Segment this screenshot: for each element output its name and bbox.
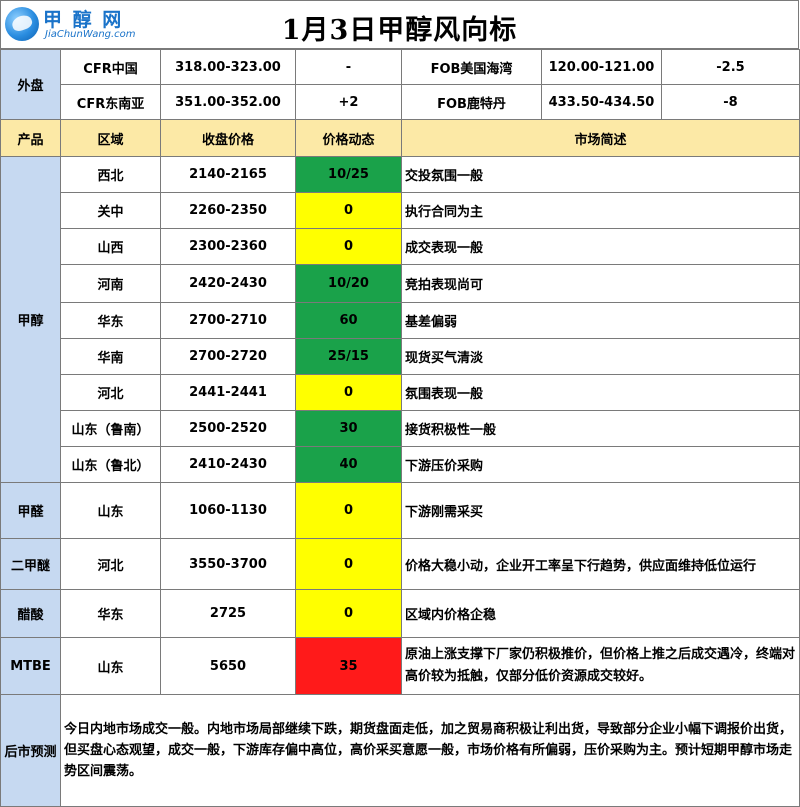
region-cell: 华南 — [60, 338, 161, 375]
price-cell: 2700-2710 — [160, 302, 296, 339]
external-price: 120.00-121.00 — [541, 49, 662, 85]
change-cell: 10/25 — [295, 156, 402, 193]
comment-cell: 接货积极性一般 — [401, 410, 800, 447]
product-row: 山西 2300-2360 0 成交表现一般 — [1, 228, 800, 265]
external-change: -8 — [661, 84, 800, 120]
external-name: FOB美国海湾 — [401, 49, 542, 85]
comment-cell: 成交表现一般 — [401, 228, 800, 265]
col-header-comment: 市场简述 — [401, 119, 800, 157]
comment-cell: 竞拍表现尚可 — [401, 264, 800, 303]
external-price: 433.50-434.50 — [541, 84, 662, 120]
price-cell: 1060-1130 — [160, 482, 296, 539]
product-row: 甲醇 西北 2140-2165 10/25 交投氛围一般 — [0, 156, 800, 483]
comment-cell: 交投氛围一般 — [401, 156, 800, 193]
methanol-report: 甲 醇 网 JiaChunWang.com 1月3日甲醇风向标 外盘 CFR中国… — [0, 0, 800, 807]
change-cell: 0 — [295, 589, 402, 638]
price-cell: 5650 — [160, 637, 296, 695]
comment-cell: 基差偏弱 — [401, 302, 800, 339]
change-cell: 30 — [295, 410, 402, 447]
product-row: 河南 2420-2430 10/20 竞拍表现尚可 — [1, 264, 800, 303]
product-row: 醋酸 华东 2725 0 区域内价格企稳 — [0, 589, 800, 638]
region-cell: 关中 — [60, 192, 161, 229]
external-name: CFR中国 — [60, 49, 161, 85]
price-cell: 2140-2165 — [160, 156, 296, 193]
comment-cell: 氛围表现一般 — [401, 374, 800, 411]
change-cell: 0 — [295, 192, 402, 229]
price-cell: 3550-3700 — [160, 538, 296, 590]
product-row: 河北 2441-2441 0 氛围表现一般 — [1, 374, 800, 411]
col-header-region: 区域 — [60, 119, 161, 157]
external-price: 318.00-323.00 — [160, 49, 296, 85]
external-category: 外盘 — [0, 49, 61, 120]
comment-cell: 下游压价采购 — [401, 446, 800, 483]
change-cell: 0 — [295, 228, 402, 265]
price-cell: 2725 — [160, 589, 296, 638]
price-cell: 2441-2441 — [160, 374, 296, 411]
region-cell: 河北 — [60, 538, 161, 590]
region-cell: 河北 — [60, 374, 161, 411]
region-cell: 山西 — [60, 228, 161, 265]
change-cell: 0 — [295, 482, 402, 539]
price-cell: 2700-2720 — [160, 338, 296, 375]
col-header-price: 收盘价格 — [160, 119, 296, 157]
external-change: -2.5 — [661, 49, 800, 85]
comment-cell: 区域内价格企稳 — [401, 589, 800, 638]
page-title: 1月3日甲醇风向标 — [281, 15, 518, 46]
external-price: 351.00-352.00 — [160, 84, 296, 120]
product-row: 甲醛 山东 1060-1130 0 下游刚需采买 — [0, 482, 800, 539]
comment-cell: 现货买气清淡 — [401, 338, 800, 375]
external-row: CFR东南亚 351.00-352.00 +2 FOB鹿特丹 433.50-43… — [1, 84, 800, 120]
price-cell: 2420-2430 — [160, 264, 296, 303]
product-row: MTBE 山东 5650 35 原油上涨支撑下厂家仍积极推价，但价格上推之后成交遇冷，终… — [0, 637, 800, 695]
product-row: 二甲醚 河北 3550-3700 0 价格大稳小动，企业开工率呈下行趋势，供应面维持低位… — [0, 538, 800, 590]
comment-cell: 执行合同为主 — [401, 192, 800, 229]
product-row: 华东 2700-2710 60 基差偏弱 — [1, 302, 800, 339]
price-cell: 2500-2520 — [160, 410, 296, 447]
region-cell: 山东 — [60, 637, 161, 695]
product-row: 山东（鲁北） 2410-2430 40 下游压价采购 — [1, 446, 800, 483]
change-cell: 35 — [295, 637, 402, 695]
col-header-product: 产品 — [0, 119, 61, 157]
report-header: 甲 醇 网 JiaChunWang.com 1月3日甲醇风向标 — [0, 0, 799, 49]
change-cell: 0 — [295, 538, 402, 590]
col-header-change: 价格动态 — [295, 119, 402, 157]
product-name: 甲醇 — [0, 156, 61, 483]
external-change: +2 — [295, 84, 402, 120]
comment-cell: 价格大稳小动，企业开工率呈下行趋势，供应面维持低位运行 — [401, 538, 800, 590]
product-row: 山东（鲁南） 2500-2520 30 接货积极性一般 — [1, 410, 800, 447]
forecast-label: 后市预测 — [0, 694, 61, 807]
price-cell: 2260-2350 — [160, 192, 296, 229]
column-header-row: 产品 区域 收盘价格 价格动态 市场简述 — [0, 119, 800, 157]
product-name: MTBE — [0, 637, 61, 695]
region-cell: 山东（鲁南） — [60, 410, 161, 447]
region-cell: 山东（鲁北） — [60, 446, 161, 483]
region-cell: 山东 — [60, 482, 161, 539]
external-row: 外盘 CFR中国 318.00-323.00 - FOB美国海湾 120.00-… — [0, 49, 800, 120]
product-name: 二甲醚 — [0, 538, 61, 590]
comment-cell: 原油上涨支撑下厂家仍积极推价，但价格上推之后成交遇冷，终端对高价较为抵触，仅部分… — [401, 637, 800, 695]
change-cell: 0 — [295, 374, 402, 411]
external-name: FOB鹿特丹 — [401, 84, 542, 120]
product-row: 关中 2260-2350 0 执行合同为主 — [1, 192, 800, 229]
region-cell: 华东 — [60, 302, 161, 339]
price-table: 外盘 CFR中国 318.00-323.00 - FOB美国海湾 120.00-… — [0, 49, 800, 807]
change-cell: 25/15 — [295, 338, 402, 375]
external-change: - — [295, 49, 402, 85]
product-row: 华南 2700-2720 25/15 现货买气清淡 — [1, 338, 800, 375]
comment-cell: 下游刚需采买 — [401, 482, 800, 539]
region-cell: 西北 — [60, 156, 161, 193]
external-name: CFR东南亚 — [60, 84, 161, 120]
region-cell: 华东 — [60, 589, 161, 638]
change-cell: 10/20 — [295, 264, 402, 303]
product-name: 醋酸 — [0, 589, 61, 638]
change-cell: 60 — [295, 302, 402, 339]
product-name: 甲醛 — [0, 482, 61, 539]
price-cell: 2410-2430 — [160, 446, 296, 483]
forecast-text: 今日内地市场成交一般。内地市场局部继续下跌，期货盘面走低，加之贸易商积极让利出货… — [60, 694, 800, 807]
region-cell: 河南 — [60, 264, 161, 303]
price-cell: 2300-2360 — [160, 228, 296, 265]
change-cell: 40 — [295, 446, 402, 483]
forecast-row: 后市预测 今日内地市场成交一般。内地市场局部继续下跌，期货盘面走低，加之贸易商积极… — [0, 694, 800, 807]
